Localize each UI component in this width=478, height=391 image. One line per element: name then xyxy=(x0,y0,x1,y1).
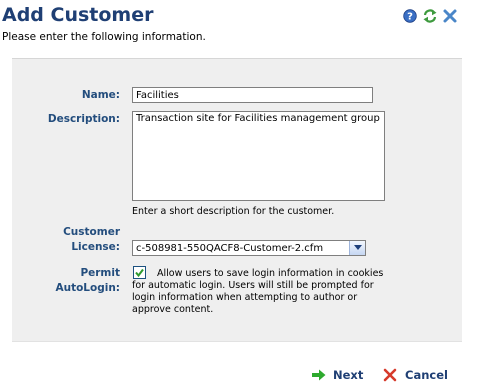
refresh-icon[interactable] xyxy=(422,8,438,24)
license-label-line1: Customer xyxy=(63,226,120,238)
name-label: Name: xyxy=(81,89,120,101)
help-icon[interactable]: ? xyxy=(402,8,418,24)
svg-text:?: ? xyxy=(407,12,413,23)
license-label-line2: License: xyxy=(71,241,120,253)
description-textarea[interactable]: Transaction site for Facilities manageme… xyxy=(132,111,385,201)
page-subtitle: Please enter the following information. xyxy=(2,31,206,43)
next-button-label: Next xyxy=(333,368,364,382)
license-select[interactable]: c-508981-550QACF8-Customer-2.cfm xyxy=(132,240,366,256)
arrow-right-icon xyxy=(312,369,326,381)
autologin-description-rest: for automatic login. Users will still be… xyxy=(132,280,374,315)
close-icon[interactable] xyxy=(442,8,458,24)
form-panel: Name: Description: Transaction site for … xyxy=(12,58,462,342)
chevron-down-icon[interactable] xyxy=(349,241,365,255)
cancel-button-label: Cancel xyxy=(405,368,448,382)
cancel-x-icon xyxy=(383,368,397,382)
autologin-description-first: Allow users to save login information in… xyxy=(157,268,384,279)
license-select-value: c-508981-550QACF8-Customer-2.cfm xyxy=(136,243,324,254)
description-hint: Enter a short description for the custom… xyxy=(132,206,335,217)
autologin-checkbox[interactable] xyxy=(133,266,146,279)
name-input[interactable] xyxy=(132,87,373,103)
page-title: Add Customer xyxy=(2,4,154,26)
autologin-label-line2: AutoLogin: xyxy=(55,282,120,294)
description-label: Description: xyxy=(47,113,120,125)
autologin-label-line1: Permit xyxy=(80,267,120,279)
